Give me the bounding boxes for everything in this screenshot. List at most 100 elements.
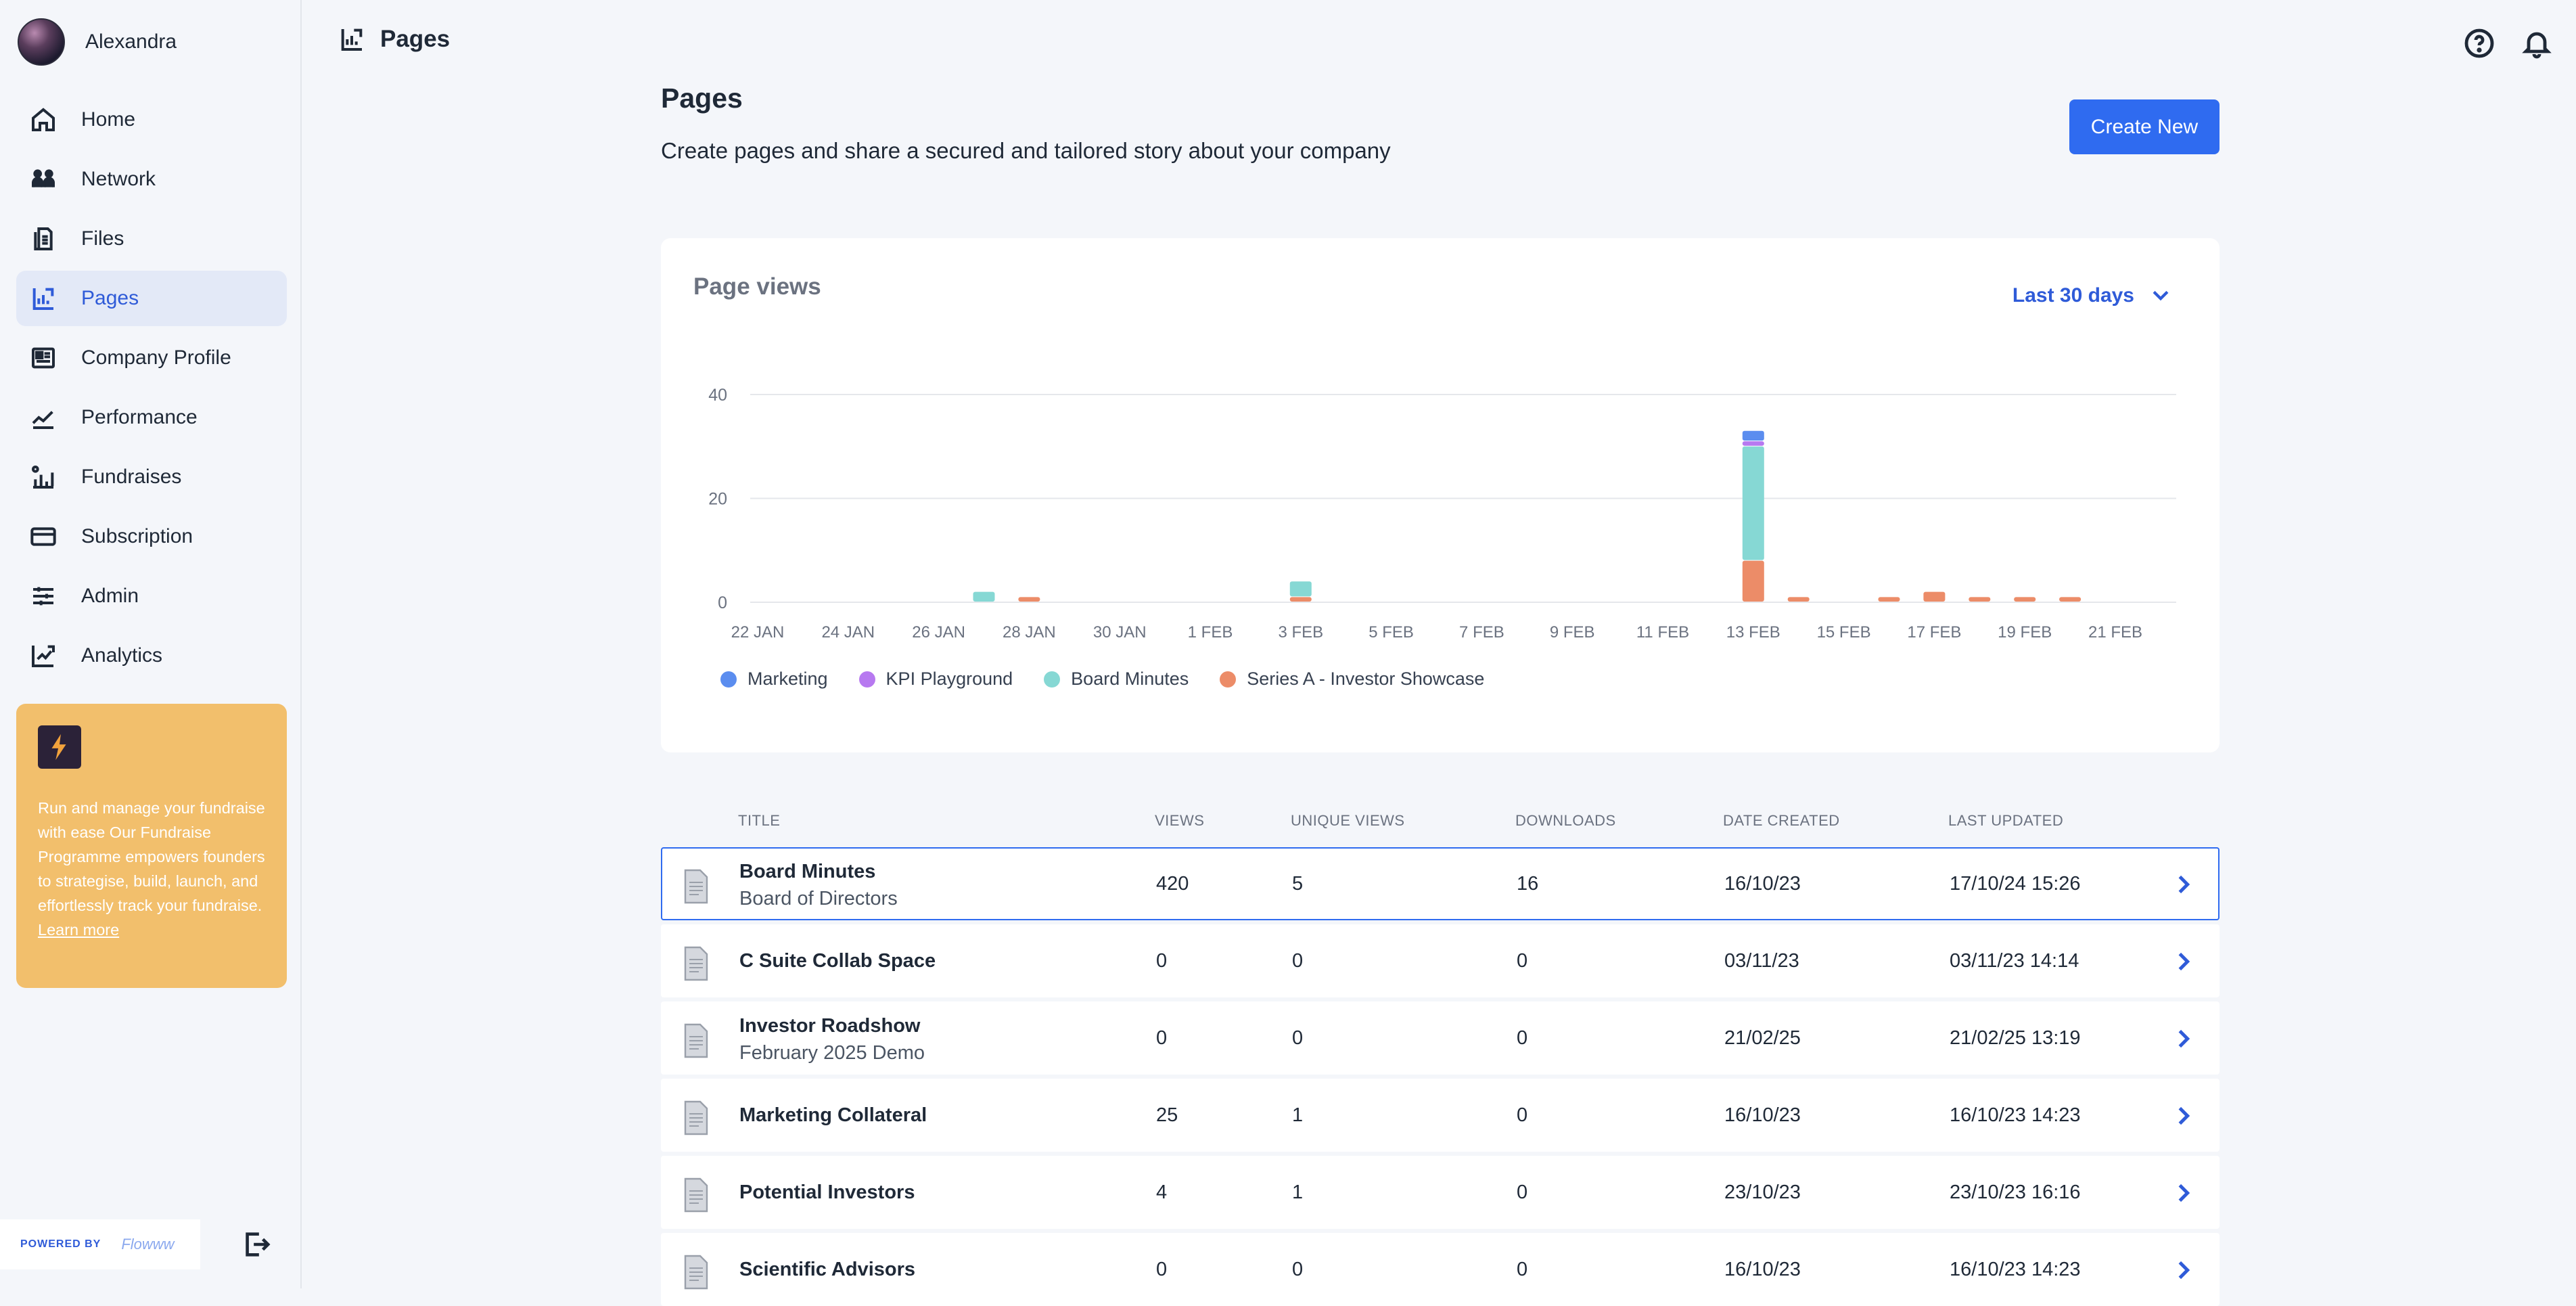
table-row[interactable]: C Suite Collab Space 0 0 0 03/11/23 03/11/23 …	[661, 924, 2220, 997]
x-tick-label: 17 FEB	[1907, 623, 1961, 641]
legend-label: Marketing	[748, 669, 828, 689]
row-subtitle: February 2025 Demo	[739, 1042, 925, 1064]
column-header-views[interactable]: VIEWS	[1155, 812, 1204, 830]
help-button[interactable]	[2463, 27, 2496, 60]
legend-item-board-minutes[interactable]: Board Minutes	[1044, 669, 1189, 690]
bar-segment	[1787, 597, 1810, 602]
legend-item-kpi-playground[interactable]: KPI Playground	[858, 669, 1013, 690]
sidebar-item-label: Home	[81, 108, 136, 131]
row-title: Marketing Collateral	[739, 1104, 927, 1126]
sidebar-item-analytics[interactable]: Analytics	[16, 628, 287, 683]
page-views-chart: 0 20 40 22 JAN 24 JAN 26 JAN 28 JAN 30 JAN 1 FEB…	[708, 386, 2176, 641]
row-downloads: 0	[1517, 1181, 1528, 1203]
row-title: C Suite Collab Space	[739, 950, 936, 972]
create-new-button[interactable]: Create New	[2069, 99, 2220, 154]
avatar[interactable]	[18, 18, 65, 66]
document-icon	[683, 1100, 710, 1135]
sidebar-item-label: Fundraises	[81, 466, 182, 488]
performance-icon	[28, 403, 58, 432]
chevron-right-icon[interactable]	[2172, 873, 2195, 896]
notifications-button[interactable]	[2521, 27, 2553, 60]
chart-legend: Marketing KPI Playground Board Minutes S…	[720, 669, 1515, 690]
chevron-right-icon[interactable]	[2172, 1104, 2195, 1127]
x-tick-label: 1 FEB	[1188, 623, 1233, 641]
row-date-created: 16/10/23	[1724, 1104, 1801, 1126]
table-header: TITLE VIEWS UNIQUE VIEWS DOWNLOADS DATE …	[661, 805, 2220, 843]
sidebar-item-label: Analytics	[81, 644, 163, 667]
bar-segment	[1742, 446, 1764, 560]
table-body: Board Minutes Board of Directors 420 5 16 16/…	[661, 847, 2220, 1306]
row-subtitle: Board of Directors	[739, 888, 898, 909]
sidebar-item-fundraises[interactable]: Fundraises	[16, 449, 287, 505]
table-row[interactable]: Marketing Collateral 25 1 0 16/10/23 16/10/23…	[661, 1079, 2220, 1152]
row-unique-views: 5	[1292, 873, 1304, 895]
bar-segment	[2059, 597, 2082, 602]
legend-item-marketing[interactable]: Marketing	[720, 669, 828, 690]
column-header-title[interactable]: TITLE	[738, 812, 780, 830]
legend-label: Board Minutes	[1071, 669, 1189, 689]
table-row[interactable]: Potential Investors 4 1 0 23/10/23 23/10/23 1…	[661, 1156, 2220, 1229]
sidebar-item-home[interactable]: Home	[16, 92, 287, 148]
sidebar-item-pages[interactable]: Pages	[16, 271, 287, 326]
table-row[interactable]: Scientific Advisors 0 0 0 16/10/23 16/10/23 1…	[661, 1233, 2220, 1306]
chevron-right-icon[interactable]	[2172, 1181, 2195, 1204]
chevron-right-icon[interactable]	[2172, 1027, 2195, 1050]
sidebar-item-label: Company Profile	[81, 346, 231, 369]
sidebar-item-subscription[interactable]: Subscription	[16, 509, 287, 564]
x-tick-label: 19 FEB	[1998, 623, 2052, 641]
chevron-right-icon[interactable]	[2172, 950, 2195, 973]
user-profile[interactable]: Alexandra	[18, 18, 177, 66]
row-views: 0	[1156, 950, 1168, 972]
row-unique-views: 0	[1292, 1027, 1304, 1049]
column-header-unique-views[interactable]: UNIQUE VIEWS	[1291, 812, 1405, 830]
sidebar-item-label: Performance	[81, 406, 198, 428]
bar-segment	[1878, 597, 1900, 602]
fundraise-logo-icon	[38, 725, 81, 769]
row-unique-views: 1	[1292, 1104, 1304, 1126]
row-unique-views: 1	[1292, 1181, 1304, 1203]
x-tick-label: 15 FEB	[1817, 623, 1871, 641]
powered-by-badge[interactable]: POWERED BY Flowww	[0, 1219, 200, 1269]
row-date-created: 03/11/23	[1724, 950, 1799, 972]
x-tick-label: 26 JAN	[912, 623, 965, 641]
bar-segment	[1969, 597, 1991, 602]
y-tick-label: 20	[708, 490, 727, 509]
document-icon	[683, 869, 710, 904]
row-last-updated: 16/10/23 14:23	[1950, 1104, 2081, 1126]
table-row[interactable]: Board Minutes Board of Directors 420 5 16 16/…	[661, 847, 2220, 920]
row-downloads: 0	[1517, 1259, 1528, 1280]
sidebar-item-files[interactable]: Files	[16, 211, 287, 267]
sidebar-nav: Home Network Files Pages Company Profile	[16, 92, 287, 688]
y-tick-label: 40	[708, 386, 727, 405]
network-icon	[28, 164, 58, 194]
logout-button[interactable]	[241, 1229, 272, 1260]
column-header-downloads[interactable]: DOWNLOADS	[1515, 812, 1616, 830]
brand-logo: Flowww	[121, 1236, 175, 1253]
row-last-updated: 16/10/23 14:23	[1950, 1259, 2081, 1280]
fundraise-promo-card: Run and manage your fundraise with ease …	[16, 704, 287, 988]
chevron-right-icon[interactable]	[2172, 1259, 2195, 1282]
column-header-last-updated[interactable]: LAST UPDATED	[1948, 812, 2063, 830]
row-title: Scientific Advisors	[739, 1259, 916, 1280]
column-header-date-created[interactable]: DATE CREATED	[1723, 812, 1840, 830]
fundraises-icon	[28, 462, 58, 492]
legend-item-series-a[interactable]: Series A - Investor Showcase	[1220, 669, 1484, 690]
sidebar-item-label: Files	[81, 227, 124, 250]
page-subtitle: Create pages and share a secured and tai…	[661, 138, 1391, 163]
table-row[interactable]: Investor Roadshow February 2025 Demo 0 0 0 21…	[661, 1001, 2220, 1075]
row-last-updated: 03/11/23 14:14	[1950, 950, 2079, 972]
sidebar-item-admin[interactable]: Admin	[16, 568, 287, 624]
sidebar-item-performance[interactable]: Performance	[16, 390, 287, 445]
legend-label: Series A - Investor Showcase	[1247, 669, 1485, 689]
sidebar-item-company-profile[interactable]: Company Profile	[16, 330, 287, 386]
row-title: Board Minutes	[739, 861, 876, 882]
legend-swatch	[1044, 671, 1061, 688]
x-tick-label: 11 FEB	[1636, 623, 1689, 641]
row-last-updated: 17/10/24 15:26	[1950, 873, 2081, 895]
learn-more-link[interactable]: Learn more	[38, 921, 119, 939]
promo-text: Run and manage your fundraise with ease …	[38, 796, 265, 942]
sidebar-item-network[interactable]: Network	[16, 152, 287, 207]
row-last-updated: 23/10/23 16:16	[1950, 1181, 2081, 1203]
row-downloads: 0	[1517, 1104, 1528, 1126]
sidebar-item-label: Subscription	[81, 525, 193, 547]
